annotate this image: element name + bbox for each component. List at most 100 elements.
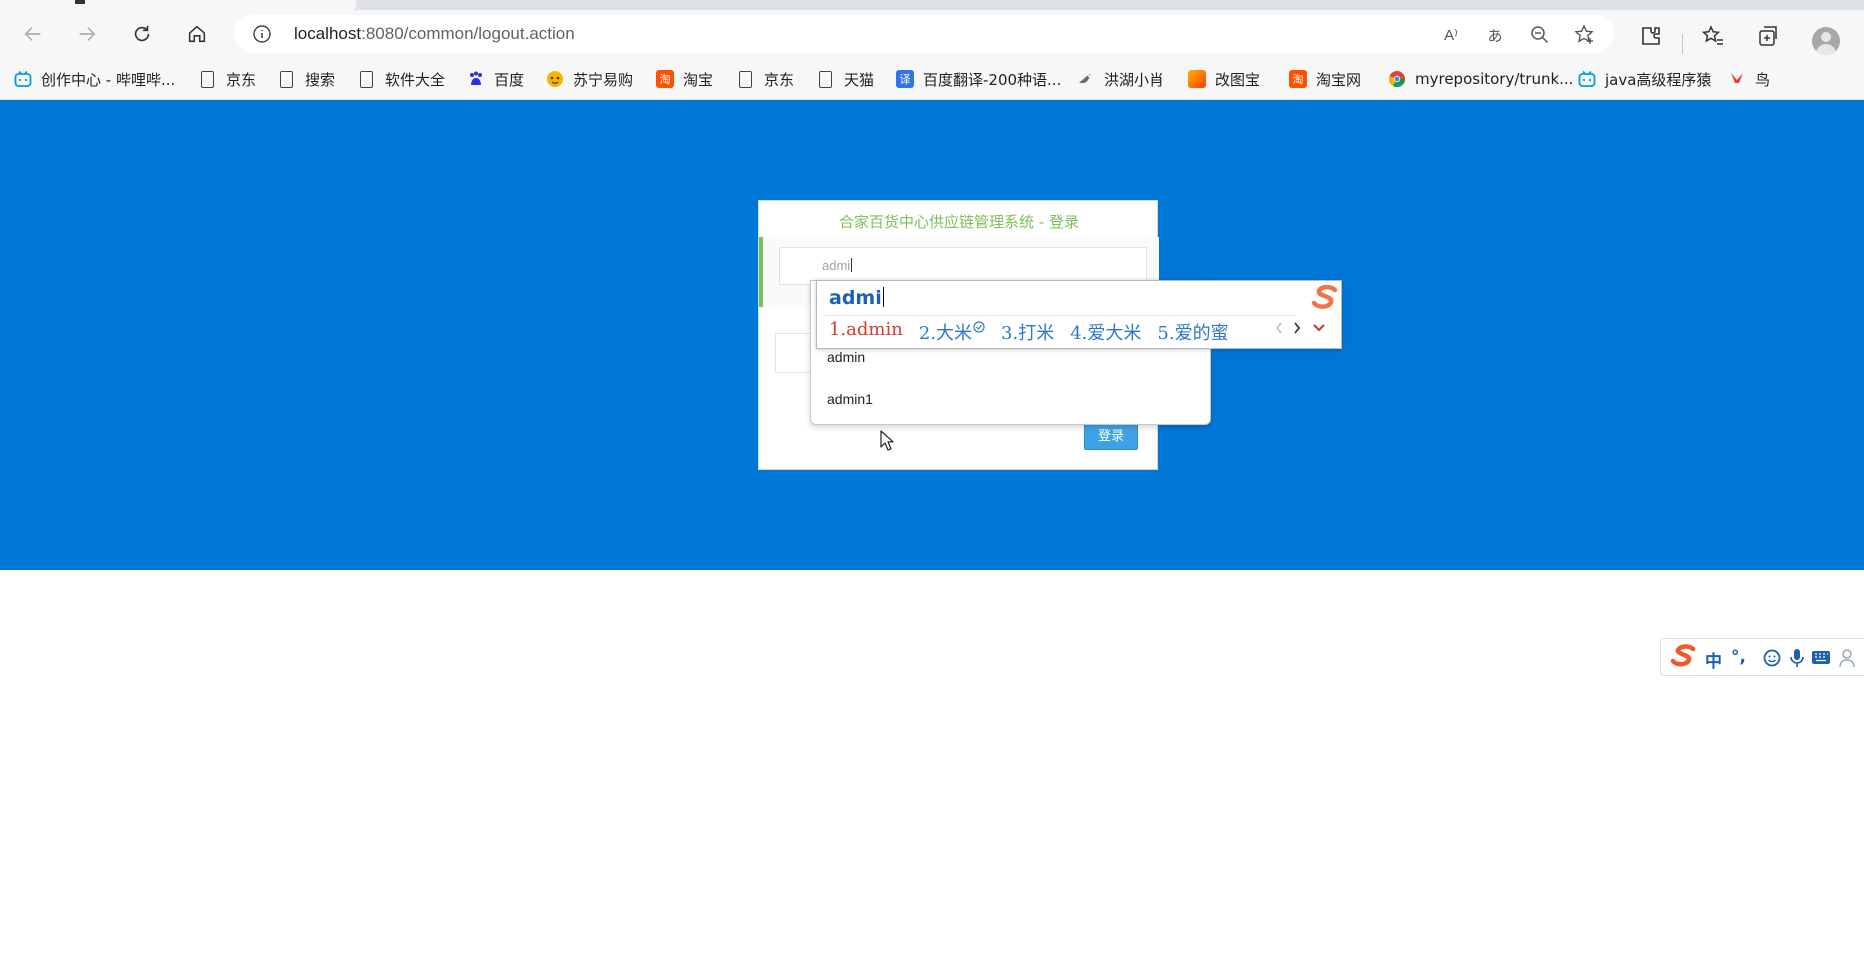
bookmark-label: 软件大全	[385, 70, 446, 89]
info-icon[interactable]	[252, 24, 272, 44]
bookmark-baidu-translate[interactable]: 译 百度翻译-200种语...	[896, 66, 1061, 92]
page-icon	[360, 70, 373, 88]
profile-avatar[interactable]	[1812, 27, 1840, 55]
ime-composition-text: admi	[829, 287, 882, 309]
bookmark-gaitubao[interactable]: 改图宝	[1188, 66, 1260, 92]
url-host: localhost	[294, 24, 362, 43]
ime-mode-toggle[interactable]: 中	[1705, 647, 1722, 672]
login-title: 合家百货中心供应链管理系统 - 登录	[839, 213, 1079, 231]
bird-icon	[1079, 74, 1091, 84]
ime-candidate-text: 2.大米	[918, 323, 973, 344]
ime-caret	[882, 287, 884, 307]
home-button[interactable]	[181, 18, 213, 50]
microphone-icon[interactable]	[1789, 648, 1805, 668]
bookmark-bird[interactable]: 鸟	[1728, 66, 1770, 92]
ime-candidate[interactable]: 2.大米	[919, 319, 985, 345]
bookmark-label: 百度	[494, 70, 525, 89]
text-caret	[851, 258, 853, 272]
bilibili-icon	[14, 70, 32, 87]
bilibili-icon	[1578, 70, 1596, 87]
bookmark-label: java高级程序猿	[1605, 70, 1712, 89]
bookmark-search[interactable]: 搜索	[277, 66, 335, 92]
bookmark-taobao[interactable]: 淘 淘宝	[656, 66, 713, 92]
active-tab[interactable]	[0, 0, 356, 10]
page-icon	[739, 70, 752, 88]
bookmark-label: 苏宁易购	[573, 70, 634, 89]
bookmark-label: 创作中心 - 哔哩哔...	[41, 70, 176, 89]
ime-expand-icon[interactable]	[1312, 321, 1326, 335]
add-favorite-icon[interactable]	[1574, 24, 1596, 46]
autocomplete-item[interactable]: admin	[827, 349, 865, 365]
bookmark-label: 搜索	[305, 70, 336, 89]
ime-divider	[825, 315, 1295, 316]
bird-icon	[1731, 73, 1743, 83]
bookmark-tmall[interactable]: 天猫	[816, 66, 874, 92]
read-aloud-icon[interactable]: A⁾	[1440, 24, 1462, 46]
ime-prev-icon[interactable]	[1274, 321, 1284, 335]
sogou-logo-icon[interactable]	[1665, 641, 1699, 675]
home-icon	[188, 25, 206, 43]
ime-candidate[interactable]: 3.打米	[1001, 319, 1054, 345]
ime-composition: admi	[829, 287, 884, 309]
user-skin-icon[interactable]	[1839, 648, 1861, 668]
bookmark-myrepository[interactable]: myrepository/trunk...	[1388, 66, 1573, 92]
reload-button[interactable]	[126, 18, 158, 50]
gaitubao-icon	[1188, 70, 1206, 88]
sogou-logo-icon	[1311, 284, 1338, 309]
back-button[interactable]	[17, 18, 49, 50]
bookmark-label: 鸟	[1755, 70, 1771, 89]
emoji-icon[interactable]	[1763, 649, 1781, 667]
cloud-check-icon	[973, 321, 985, 333]
taobao-icon: 淘	[656, 70, 674, 88]
bookmark-label: 天猫	[844, 70, 875, 89]
keyboard-icon[interactable]	[1811, 650, 1831, 665]
bookmark-label: 京东	[764, 70, 795, 89]
collections-icon[interactable]	[1755, 23, 1781, 49]
ime-candidate[interactable]: 4.爱大米	[1070, 319, 1141, 345]
chrome-icon	[1388, 71, 1406, 88]
page-icon	[819, 70, 832, 88]
username-value: admi	[822, 258, 853, 273]
ime-candidate[interactable]: 5.爱的蜜	[1157, 319, 1228, 345]
bookmark-label: 淘宝网	[1316, 70, 1362, 89]
tab-strip	[0, 0, 1864, 10]
zoom-out-icon[interactable]	[1529, 24, 1551, 46]
extensions-icon[interactable]	[1638, 23, 1664, 49]
bookmark-label: 淘宝	[683, 70, 714, 89]
suning-icon	[547, 71, 563, 87]
username-text: admi	[822, 258, 851, 273]
bookmark-java-coder[interactable]: java高级程序猿	[1578, 66, 1711, 92]
address-bar[interactable]: localhost:8080/common/logout.action A⁾ あ	[234, 15, 1614, 53]
bookmark-label: myrepository/trunk...	[1415, 70, 1574, 88]
bookmark-suning[interactable]: 苏宁易购	[546, 66, 633, 92]
baidu-icon	[470, 71, 482, 85]
bookmark-jd-2[interactable]: 京东	[736, 66, 794, 92]
taobao-icon: 淘	[1289, 70, 1307, 88]
bookmark-label: 改图宝	[1215, 70, 1261, 89]
bookmark-bilibili-creator[interactable]: 创作中心 - 哔哩哔...	[14, 66, 175, 92]
ime-candidate-list: 1.admin 2.大米 3.打米 4.爱大米 5.爱的蜜	[829, 319, 1245, 345]
bookmark-label: 百度翻译-200种语...	[923, 70, 1062, 89]
url-path: :8080/common/logout.action	[361, 24, 575, 43]
favorites-icon[interactable]	[1700, 23, 1726, 49]
bookmark-label: 洪湖小肖	[1104, 70, 1165, 89]
bookmark-honghu[interactable]: 洪湖小肖	[1077, 66, 1164, 92]
bookmark-baidu[interactable]: 百度	[467, 66, 524, 92]
arrow-left-icon	[24, 26, 41, 42]
forward-button[interactable]	[71, 18, 103, 50]
ime-punctuation-toggle[interactable]: °,	[1731, 647, 1746, 667]
bookmark-jd[interactable]: 京东	[198, 66, 256, 92]
translate-icon[interactable]: あ	[1484, 24, 1506, 46]
browser-toolbar: localhost:8080/common/logout.action A⁾ あ	[0, 10, 1864, 58]
mouse-cursor-icon	[880, 430, 894, 451]
bookmark-taobao-net[interactable]: 淘 淘宝网	[1289, 66, 1361, 92]
url-text[interactable]: localhost:8080/common/logout.action	[294, 24, 575, 44]
login-button[interactable]: 登录	[1084, 423, 1138, 450]
ime-candidate[interactable]: 1.admin	[829, 319, 903, 345]
page-icon	[280, 70, 293, 88]
arrow-right-icon	[79, 26, 96, 42]
bookmark-software[interactable]: 软件大全	[357, 66, 445, 92]
autocomplete-item[interactable]: admin1	[827, 391, 873, 407]
ime-next-icon[interactable]	[1292, 321, 1302, 335]
browser-window: { "browser": { "url_host": "localhost", …	[0, 0, 1864, 976]
